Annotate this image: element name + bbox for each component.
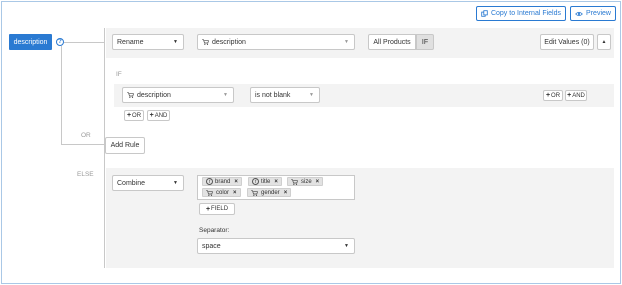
else-action-value: Combine (117, 179, 146, 187)
tag-label: brand (215, 178, 231, 185)
add-rule-button[interactable]: Add Rule (105, 137, 145, 154)
remove-tag-icon[interactable]: × (233, 190, 237, 196)
caret-down-icon: ▼ (223, 92, 228, 98)
connector-line (64, 42, 104, 43)
else-label: ELSE (77, 171, 94, 178)
connector-line (61, 46, 62, 144)
collapse-button[interactable]: ▲ (597, 34, 611, 50)
copy-icon (481, 10, 488, 17)
all-products-label: All Products (373, 38, 411, 46)
cart-icon (127, 92, 134, 98)
caret-down-icon: ▼ (344, 39, 349, 45)
action-select-value: Rename (117, 38, 144, 46)
edit-values-button[interactable]: Edit Values (0) (540, 34, 594, 50)
connector-line (61, 144, 105, 145)
field-name-badge[interactable]: description (9, 34, 52, 50)
operator-value: is not blank (255, 91, 291, 99)
tag-label: title (261, 178, 271, 185)
separator-value: space (202, 242, 221, 250)
cart-icon (291, 178, 298, 185)
caret-down-icon: ▼ (173, 180, 178, 186)
or-label: OR (132, 112, 142, 119)
plus-icon: + (567, 92, 572, 99)
remove-tag-icon[interactable]: × (274, 179, 278, 185)
tag-label: size (301, 178, 312, 185)
edit-values-label: Edit Values (0) (544, 38, 590, 46)
plus-icon: + (205, 205, 211, 213)
add-and-condition-button[interactable]: + AND (147, 110, 170, 121)
add-or-condition-button[interactable]: + OR (124, 110, 144, 121)
caret-down-icon: ▼ (344, 243, 349, 249)
all-products-toggle[interactable]: All Products (368, 34, 416, 50)
cart-icon (251, 189, 258, 196)
plus-icon: + (126, 112, 132, 119)
copy-to-internal-fields-button[interactable]: Copy to Internal Fields (476, 6, 566, 21)
cart-icon (206, 189, 213, 196)
or-label: OR (551, 92, 561, 99)
remove-tag-icon[interactable]: × (234, 179, 238, 185)
field-tag-gender[interactable]: gender × (247, 188, 292, 197)
remove-tag-icon[interactable]: × (284, 190, 288, 196)
caret-down-icon: ▼ (173, 39, 178, 45)
function-icon: f (252, 178, 259, 185)
source-field-select[interactable]: description ▼ (197, 34, 355, 50)
add-field-button[interactable]: + FIELD (199, 203, 235, 215)
source-field-value: description (212, 38, 246, 46)
operator-select[interactable]: is not blank ▼ (250, 87, 320, 103)
condition-field-select[interactable]: description ▼ (122, 87, 234, 103)
condition-and-button[interactable]: + AND (565, 90, 587, 101)
add-field-label: FIELD (211, 206, 229, 212)
separator-select[interactable]: space ▼ (197, 238, 355, 254)
remove-tag-icon[interactable]: × (316, 179, 320, 185)
if-toggle-label: IF (421, 38, 429, 46)
plus-icon: + (149, 112, 154, 119)
tag-label: gender (261, 189, 280, 196)
or-divider-label: OR (81, 132, 91, 139)
add-rule-label: Add Rule (110, 142, 140, 149)
tag-label: color (216, 189, 230, 196)
preview-button-label: Preview (586, 10, 611, 17)
cart-icon (202, 39, 209, 45)
field-tag-brand[interactable]: f brand × (202, 177, 242, 186)
and-label: AND (154, 112, 168, 119)
preview-button[interactable]: Preview (570, 6, 616, 21)
if-toggle[interactable]: IF (416, 34, 434, 50)
caret-up-icon: ▲ (601, 39, 607, 45)
if-label: IF (116, 71, 122, 78)
help-icon[interactable]: ? (56, 38, 64, 46)
field-tag-size[interactable]: size × (287, 177, 324, 186)
eye-icon (575, 11, 583, 16)
and-label: AND (572, 92, 585, 99)
condition-field-value: description (137, 91, 171, 99)
caret-down-icon: ▼ (309, 92, 314, 98)
separator-label: Separator: (199, 227, 230, 234)
field-tag-title[interactable]: f title × (248, 177, 282, 186)
field-tag-color[interactable]: color × (202, 188, 241, 197)
condition-or-button[interactable]: + OR (543, 90, 563, 101)
plus-icon: + (545, 92, 551, 99)
field-name-label: description (13, 38, 48, 46)
action-select[interactable]: Rename ▼ (112, 34, 184, 50)
function-icon: f (206, 178, 213, 185)
copy-button-label: Copy to Internal Fields (490, 10, 562, 17)
else-action-select[interactable]: Combine ▼ (112, 175, 184, 191)
